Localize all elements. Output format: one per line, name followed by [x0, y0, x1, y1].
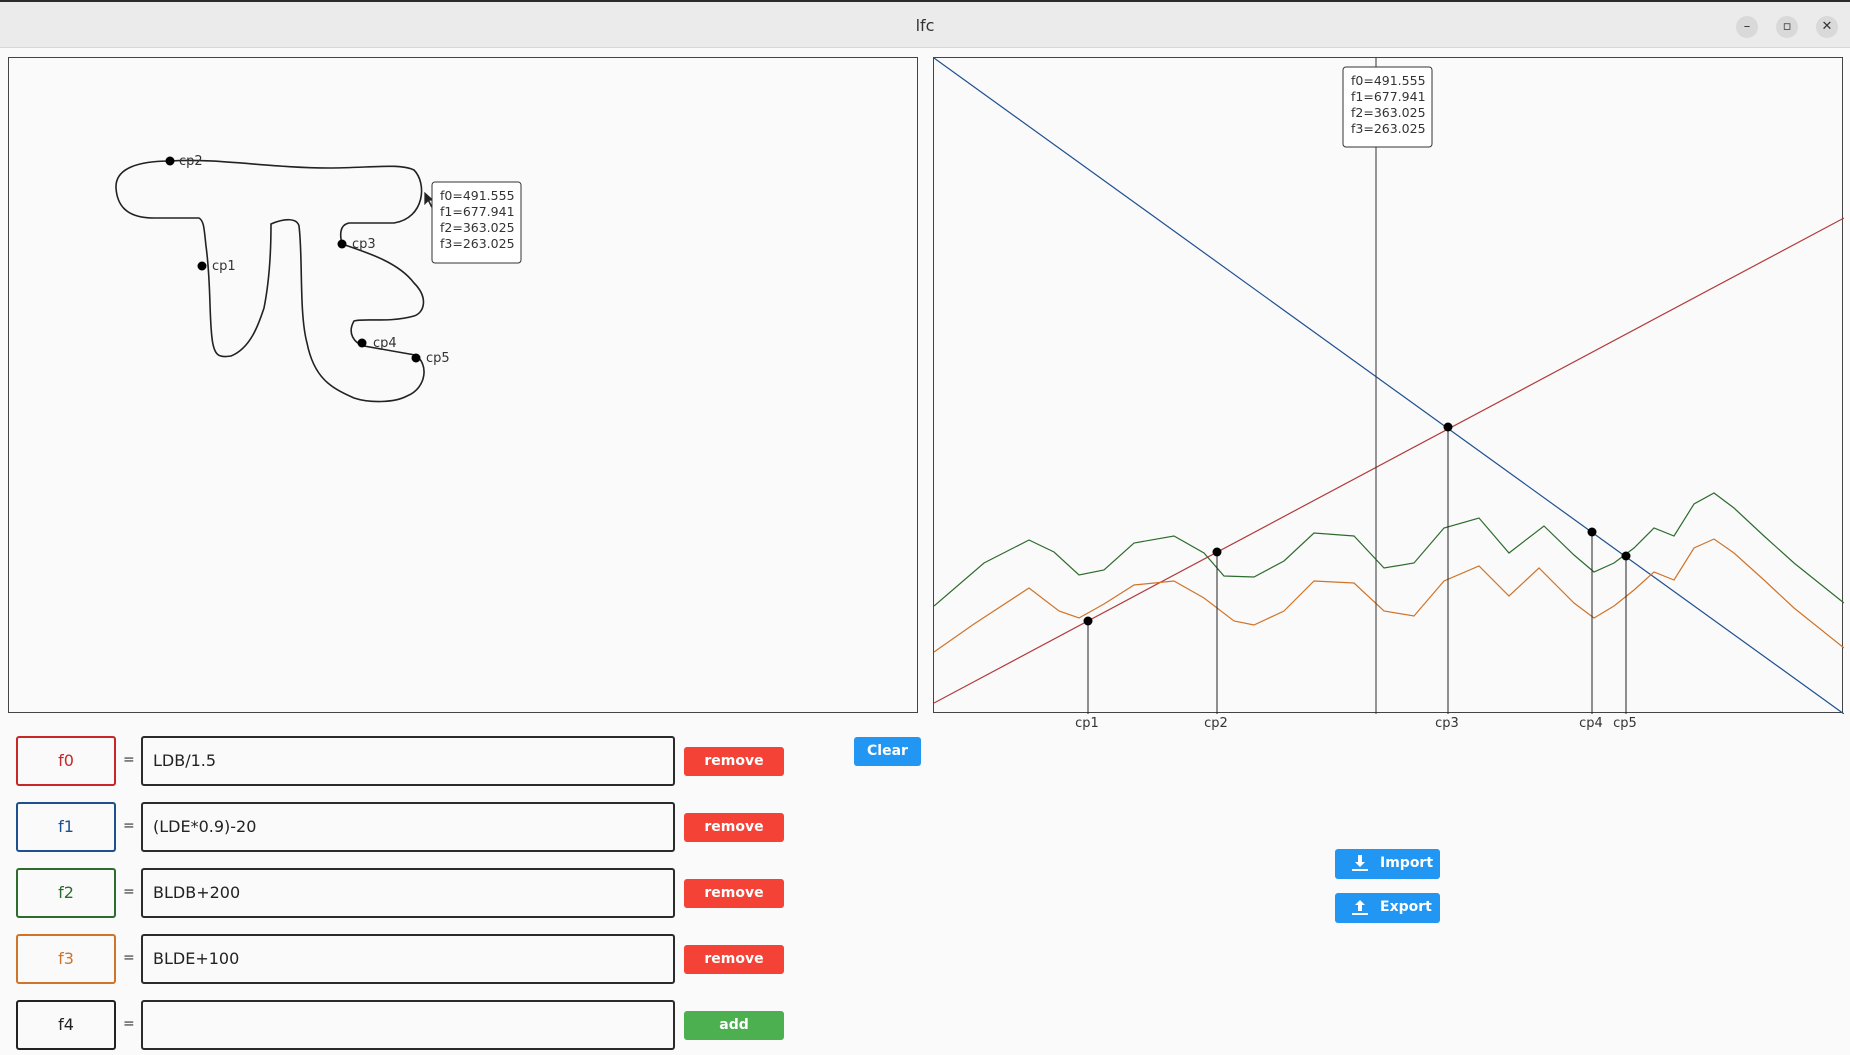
- minimize-button[interactable]: –: [1736, 16, 1758, 38]
- export-label: Export: [1380, 899, 1432, 915]
- tooltip-f3: f3=263.025: [440, 236, 515, 251]
- drawn-curve: [115, 159, 425, 403]
- expression-input[interactable]: BLDE+100: [141, 934, 675, 984]
- plot-panel: f0=491.555 f1=677.941 f2=363.025 f3=263.…: [933, 57, 1844, 714]
- function-name[interactable]: f1: [16, 802, 116, 852]
- remove-button[interactable]: remove: [684, 879, 784, 908]
- function-row-f3: f3 = BLDE+100 remove: [16, 934, 786, 984]
- function-row-f1: f1 = (LDE*0.9)-20 remove: [16, 802, 786, 852]
- cp-label: cp3: [352, 237, 376, 252]
- axis-cp-label: cp3: [1435, 716, 1459, 731]
- intersection-point: [1443, 422, 1453, 432]
- f0-line: [934, 217, 1844, 704]
- close-button[interactable]: ✕: [1816, 16, 1838, 38]
- tooltip-f2: f2=363.025: [1351, 105, 1426, 120]
- function-row-f0: f0 = LDB/1.5 remove: [16, 736, 786, 786]
- tooltip-f1: f1=677.941: [1351, 89, 1426, 104]
- function-name[interactable]: f3: [16, 934, 116, 984]
- expression-input[interactable]: (LDE*0.9)-20: [141, 802, 675, 852]
- cp-label: cp1: [212, 259, 236, 274]
- intersection-point: [1083, 616, 1093, 626]
- control-point[interactable]: [357, 338, 367, 348]
- equals-sign: =: [123, 1016, 135, 1032]
- axis-cp-label: cp4: [1579, 716, 1603, 731]
- download-icon: [1351, 854, 1369, 876]
- plot-svg: f0=491.555 f1=677.941 f2=363.025 f3=263.…: [934, 58, 1844, 714]
- expression-input[interactable]: LDB/1.5: [141, 736, 675, 786]
- import-button[interactable]: Import: [1335, 849, 1440, 879]
- intersection-point: [1621, 551, 1631, 561]
- expression-input[interactable]: BLDB+200: [141, 868, 675, 918]
- equals-sign: =: [123, 884, 135, 900]
- title-bar: lfc – ▫ ✕: [0, 0, 1850, 48]
- remove-button[interactable]: remove: [684, 813, 784, 842]
- cp-label: cp5: [426, 351, 450, 366]
- function-name[interactable]: f4: [16, 1000, 116, 1050]
- remove-button[interactable]: remove: [684, 945, 784, 974]
- intersection-point: [1587, 527, 1597, 537]
- function-row-f4: f4 = add: [16, 1000, 786, 1050]
- cp-label: cp4: [373, 336, 397, 351]
- add-button[interactable]: add: [684, 1011, 784, 1040]
- drawing-svg[interactable]: cp2 cp1 cp3 cp4 cp5 f0=491.555 f1=677.94…: [9, 58, 919, 714]
- value-tooltip: f0=491.555 f1=677.941 f2=363.025 f3=263.…: [431, 181, 522, 264]
- tooltip-f0: f0=491.555: [1351, 73, 1426, 88]
- function-name[interactable]: f2: [16, 868, 116, 918]
- remove-button[interactable]: remove: [684, 747, 784, 776]
- upload-icon: [1351, 898, 1369, 920]
- axis-cp-label: cp5: [1613, 716, 1637, 731]
- clear-button[interactable]: Clear: [854, 737, 921, 766]
- control-point[interactable]: [165, 156, 175, 166]
- axis-cp-label: cp1: [1075, 716, 1099, 731]
- f2-curve: [934, 492, 1844, 607]
- equals-sign: =: [123, 818, 135, 834]
- tooltip-f3: f3=263.025: [1351, 121, 1426, 136]
- cp-label: cp2: [179, 154, 203, 169]
- plot-tooltip: f0=491.555 f1=677.941 f2=363.025 f3=263.…: [1342, 66, 1433, 148]
- equals-sign: =: [123, 752, 135, 768]
- intersection-point: [1212, 547, 1222, 557]
- export-button[interactable]: Export: [1335, 893, 1440, 923]
- equals-sign: =: [123, 950, 135, 966]
- drawing-canvas[interactable]: cp2 cp1 cp3 cp4 cp5 f0=491.555 f1=677.94…: [8, 57, 921, 766]
- control-point[interactable]: [337, 239, 347, 249]
- maximize-button[interactable]: ▫: [1776, 16, 1798, 38]
- control-point[interactable]: [197, 261, 207, 271]
- control-point[interactable]: [411, 353, 421, 363]
- axis-cp-label: cp2: [1204, 716, 1228, 731]
- window-title: lfc: [915, 16, 935, 35]
- import-label: Import: [1380, 855, 1434, 871]
- tooltip-f1: f1=677.941: [440, 204, 515, 219]
- tooltip-f0: f0=491.555: [440, 188, 515, 203]
- expression-input[interactable]: [141, 1000, 675, 1050]
- tooltip-f2: f2=363.025: [440, 220, 515, 235]
- function-name[interactable]: f0: [16, 736, 116, 786]
- plot-axis-labels: cp1 cp2 cp3 cp4 cp5: [1075, 716, 1637, 731]
- function-row-f2: f2 = BLDB+200 remove: [16, 868, 786, 918]
- f3-curve: [934, 538, 1844, 653]
